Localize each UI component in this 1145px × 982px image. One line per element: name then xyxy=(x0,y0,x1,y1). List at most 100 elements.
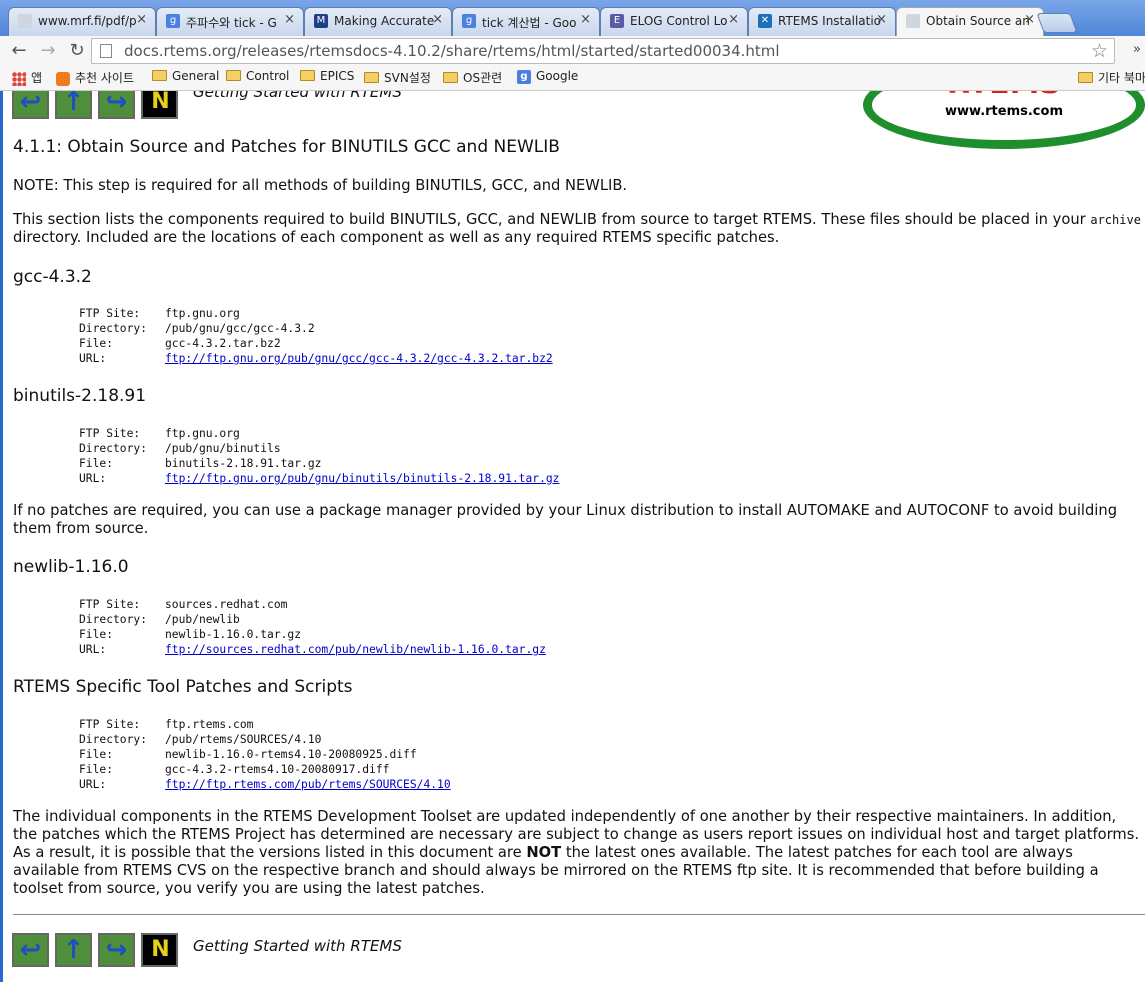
tab-1[interactable]: www.mrf.fi/pdf/p × xyxy=(8,7,156,36)
table-row: Directory: /pub/gnu/gcc/gcc-4.3.2 xyxy=(79,321,553,336)
address-bar[interactable]: docs.rtems.org/releases/rtemsdocs-4.10.2… xyxy=(91,38,1115,64)
tab-2[interactable]: g 주파수와 tick - G × xyxy=(156,7,304,36)
row-key: File: xyxy=(79,337,114,350)
table-row: File: gcc-4.3.2-rtems4.10-20080917.diff xyxy=(79,762,451,777)
recommended-icon xyxy=(56,71,70,86)
chevron-right-icon[interactable]: » xyxy=(1133,42,1141,57)
tab-7[interactable]: Obtain Source an × xyxy=(896,7,1044,37)
row-value: newlib-1.16.0.tar.gz xyxy=(165,628,302,641)
back-arrow-icon[interactable]: ← xyxy=(8,40,30,62)
row-key: FTP Site: xyxy=(79,427,141,440)
folder-icon xyxy=(443,72,458,83)
browser-toolbar: ← → ↻ docs.rtems.org/releases/rtemsdocs-… xyxy=(0,36,1145,66)
close-icon[interactable]: × xyxy=(580,12,591,27)
row-value: newlib-1.16.0-rtems4.10-20080925.diff xyxy=(165,748,417,761)
row-value: /pub/newlib xyxy=(165,613,240,626)
rtems-logo[interactable]: RTEMS www.rtems.com xyxy=(863,91,1145,149)
row-value: binutils-2.18.91.tar.gz xyxy=(165,457,322,470)
nav-caption-bottom: Getting Started with RTEMS xyxy=(193,937,402,955)
address-url[interactable]: docs.rtems.org/releases/rtemsdocs-4.10.2… xyxy=(124,42,780,60)
tab-4[interactable]: g tick 계산법 - Goo × xyxy=(452,7,600,36)
up-arrow-icon[interactable]: ↑ xyxy=(55,933,92,967)
close-icon[interactable]: × xyxy=(136,12,147,27)
folder-icon xyxy=(226,70,241,81)
index-icon[interactable]: N xyxy=(141,933,178,967)
close-icon[interactable]: × xyxy=(876,12,887,27)
bookmark-item[interactable]: g Google xyxy=(517,69,578,87)
table-row: File: gcc-4.3.2.tar.bz2 xyxy=(79,336,553,351)
bookmark-item[interactable]: General xyxy=(152,69,219,87)
new-tab-button[interactable] xyxy=(1036,13,1078,33)
table-row: Directory: /pub/gnu/binutils xyxy=(79,441,559,456)
bookmark-item[interactable]: 앱 xyxy=(12,69,42,87)
download-link[interactable]: ftp://ftp.rtems.com/pub/rtems/SOURCES/4.… xyxy=(165,778,451,791)
bookmark-label: General xyxy=(172,69,220,83)
nav-caption-top: Getting Started with RTEMS xyxy=(193,91,402,101)
row-key: File: xyxy=(79,457,114,470)
bookmark-star-icon[interactable]: ☆ xyxy=(1091,40,1108,62)
next-arrow-icon[interactable]: ↪ xyxy=(98,933,135,967)
apps-icon xyxy=(12,71,26,86)
row-key: FTP Site: xyxy=(79,598,141,611)
intro-text: This section lists the components requir… xyxy=(13,211,1141,246)
no-patches-text: If no patches are required, you can use … xyxy=(13,502,1118,537)
section-title: newlib-1.16.0 xyxy=(13,557,129,577)
source-table: FTP Site: sources.redhat.com Directory: /pu… xyxy=(79,597,546,657)
previous-arrow-icon[interactable]: ↩ xyxy=(12,91,49,119)
row-key: File: xyxy=(79,748,114,761)
row-key: Directory: xyxy=(79,322,148,335)
bookmarks-bar: 앱 추천 사이트 General Control EPICS SVN설정 OS관련 g Goog… xyxy=(0,66,1145,91)
bookmark-other[interactable]: 기타 북마 xyxy=(1078,69,1145,87)
up-arrow-icon[interactable]: ↑ xyxy=(55,91,92,119)
tab-6[interactable]: ✕ RTEMS Installatio × xyxy=(748,7,896,36)
google-icon: g xyxy=(517,69,531,84)
close-icon[interactable]: × xyxy=(284,12,295,27)
forward-arrow-icon[interactable]: → xyxy=(37,40,59,62)
row-key: FTP Site: xyxy=(79,307,141,320)
folder-icon xyxy=(364,72,379,83)
table-row: FTP Site: ftp.rtems.com xyxy=(79,717,451,732)
bookmark-item[interactable]: OS관련 xyxy=(443,69,502,87)
table-row: Directory: /pub/rtems/SOURCES/4.10 xyxy=(79,732,451,747)
table-row: URL: ftp://ftp.gnu.org/pub/gnu/gcc/gcc-4.… xyxy=(79,351,553,366)
bookmark-label: OS관련 xyxy=(463,71,503,85)
close-icon[interactable]: × xyxy=(1024,12,1035,27)
tab-3[interactable]: M Making Accurate × xyxy=(304,7,452,36)
row-key: Directory: xyxy=(79,733,148,746)
row-key: URL: xyxy=(79,352,107,365)
row-value: gcc-4.3.2-rtems4.10-20080917.diff xyxy=(165,763,390,776)
table-row: FTP Site: sources.redhat.com xyxy=(79,597,546,612)
next-arrow-icon[interactable]: ↪ xyxy=(98,91,135,119)
table-row: File: binutils-2.18.91.tar.gz xyxy=(79,456,559,471)
row-key: URL: xyxy=(79,778,107,791)
note-text: NOTE: This step is required for all meth… xyxy=(13,177,628,194)
reload-icon[interactable]: ↻ xyxy=(66,40,88,62)
download-link[interactable]: ftp://sources.redhat.com/pub/newlib/newl… xyxy=(165,643,546,656)
bookmark-item[interactable]: EPICS xyxy=(300,69,354,87)
source-table: FTP Site: ftp.gnu.org Directory: /pub/gnu/g… xyxy=(79,306,553,366)
tab-5[interactable]: E ELOG Control Lo × xyxy=(600,7,748,36)
page-icon xyxy=(18,14,32,28)
table-row: URL: ftp://ftp.rtems.com/pub/rtems/SOURCE… xyxy=(79,777,451,792)
row-key: File: xyxy=(79,628,114,641)
close-icon[interactable]: × xyxy=(728,12,739,27)
download-link[interactable]: ftp://ftp.gnu.org/pub/gnu/binutils/binut… xyxy=(165,472,559,485)
previous-arrow-icon[interactable]: ↩ xyxy=(12,933,49,967)
table-row: URL: ftp://sources.redhat.com/pub/newlib/… xyxy=(79,642,546,657)
tab-strip: www.mrf.fi/pdf/p × g 주파수와 tick - G × M Making … xyxy=(0,0,1145,37)
bookmark-item[interactable]: Control xyxy=(226,69,289,87)
top-nav: ↩ ↑ ↪ N xyxy=(12,91,178,119)
divider xyxy=(13,914,1145,915)
close-icon[interactable]: × xyxy=(432,12,443,27)
row-value: ftp.rtems.com xyxy=(165,718,254,731)
bookmark-label: 앱 xyxy=(31,71,43,85)
row-key: FTP Site: xyxy=(79,718,141,731)
page-title: 4.1.1: Obtain Source and Patches for BIN… xyxy=(13,137,560,157)
row-value: /pub/gnu/binutils xyxy=(165,442,281,455)
download-link[interactable]: ftp://ftp.gnu.org/pub/gnu/gcc/gcc-4.3.2/… xyxy=(165,352,553,365)
row-value: /pub/rtems/SOURCES/4.10 xyxy=(165,733,322,746)
row-key: Directory: xyxy=(79,442,148,455)
bookmark-item[interactable]: SVN설정 xyxy=(364,69,431,87)
index-icon[interactable]: N xyxy=(141,91,178,119)
bookmark-item[interactable]: 추천 사이트 xyxy=(56,69,134,87)
